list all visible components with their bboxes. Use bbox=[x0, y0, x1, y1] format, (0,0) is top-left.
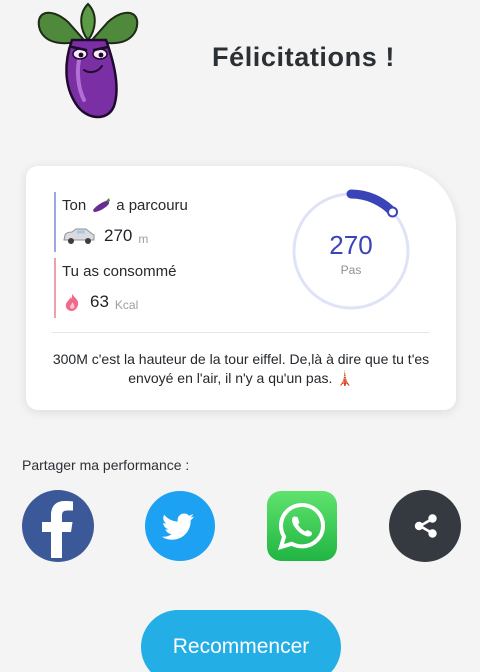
steps-unit: Pas bbox=[340, 263, 362, 277]
whatsapp-share-button[interactable] bbox=[267, 491, 337, 561]
energy-unit: Kcal bbox=[114, 298, 139, 312]
fact-text: 300M c'est la hauteur de la tour eiffel.… bbox=[52, 351, 430, 386]
energy-label: Tu as consommé bbox=[62, 262, 177, 280]
distance-value: 270 bbox=[104, 226, 133, 245]
facebook-share-button[interactable] bbox=[22, 490, 94, 562]
distance-stat: Ton a parcouru 270 m bbox=[54, 192, 188, 252]
twitter-share-button[interactable] bbox=[145, 491, 215, 561]
steps-value: 270 bbox=[329, 230, 373, 260]
energy-stat: Tu as consommé 63 Kcal bbox=[54, 258, 177, 318]
distance-label-suffix: a parcouru bbox=[116, 196, 188, 214]
native-share-button[interactable] bbox=[389, 490, 461, 562]
page-title: Félicitations ! bbox=[212, 42, 396, 72]
car-icon bbox=[63, 228, 95, 244]
flame-icon bbox=[65, 294, 79, 311]
distance-unit: m bbox=[138, 232, 149, 246]
eggplant-mascot-icon bbox=[37, 2, 139, 119]
whatsapp-icon bbox=[278, 502, 326, 550]
results-card: Ton a parcouru 270 m Tu as consommé 63 K… bbox=[26, 166, 456, 410]
gauge-progress-arc bbox=[346, 189, 398, 217]
distance-label-prefix: Ton bbox=[62, 196, 87, 214]
twitter-icon bbox=[161, 513, 194, 540]
gauge-knob bbox=[387, 206, 399, 218]
restart-button[interactable]: Recommencer bbox=[141, 610, 341, 672]
share-icon bbox=[414, 514, 437, 538]
card-divider bbox=[52, 332, 430, 333]
share-label: Partager ma performance : bbox=[22, 457, 190, 473]
eggplant-icon bbox=[93, 198, 111, 212]
facebook-icon bbox=[42, 501, 73, 558]
energy-value: 63 bbox=[90, 292, 109, 311]
